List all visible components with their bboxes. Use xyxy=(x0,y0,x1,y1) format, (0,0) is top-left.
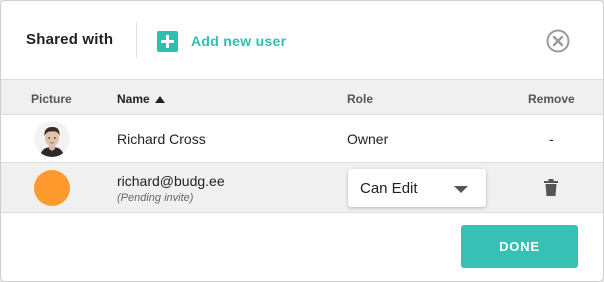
role-dropdown[interactable]: Can Edit xyxy=(348,169,486,207)
column-picture: Picture xyxy=(31,92,72,106)
share-dialog: Shared with Add new user Picture Name Ro… xyxy=(1,1,603,281)
avatar xyxy=(34,170,70,206)
role-dropdown-value: Can Edit xyxy=(360,180,418,197)
pending-invite-label: (Pending invite) xyxy=(117,192,194,204)
user-photo-icon xyxy=(34,121,70,157)
add-new-user-button[interactable]: Add new user xyxy=(157,30,286,52)
column-role: Role xyxy=(347,92,374,106)
table-header: Picture Name Role Remove xyxy=(1,79,603,115)
user-name: Richard Cross xyxy=(117,131,206,147)
add-new-user-label: Add new user xyxy=(191,33,287,49)
caret-down-icon xyxy=(454,186,468,193)
table-row: richard@budg.ee (Pending invite) Can Edi… xyxy=(1,163,603,213)
avatar xyxy=(34,121,70,157)
close-circle-icon xyxy=(546,29,570,53)
sort-ascending-icon xyxy=(154,95,165,103)
column-name-label: Name xyxy=(117,92,150,106)
plus-square-icon xyxy=(157,30,178,52)
user-role: Owner xyxy=(347,131,389,147)
trash-icon xyxy=(544,179,558,196)
close-button[interactable] xyxy=(546,29,570,53)
remove-user-button[interactable] xyxy=(544,179,558,196)
header-divider xyxy=(136,22,137,58)
table-row: Richard Cross Owner - xyxy=(1,115,603,163)
dialog-title: Shared with xyxy=(26,31,114,48)
user-email: richard@budg.ee xyxy=(117,173,225,189)
column-name-sort[interactable]: Name xyxy=(117,92,165,106)
column-remove: Remove xyxy=(528,92,575,106)
remove-placeholder: - xyxy=(549,131,554,147)
dialog-header: Shared with Add new user xyxy=(1,1,603,79)
done-button[interactable]: DONE xyxy=(461,225,578,268)
